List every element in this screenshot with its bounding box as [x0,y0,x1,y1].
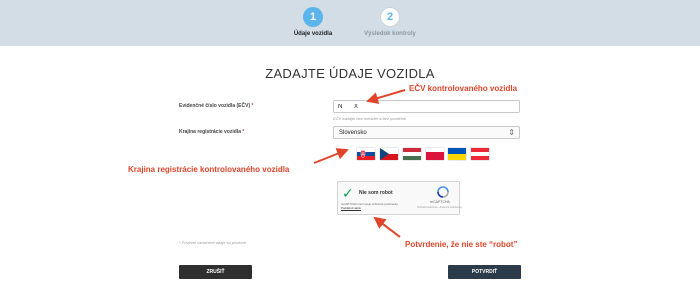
step-check-result: 2 Výsledok kontroly [350,7,430,37]
confirm-button[interactable]: POTVRDIŤ [448,265,521,279]
recaptcha-logo-icon [437,186,449,198]
arrow-to-captcha [373,216,401,238]
cancel-button[interactable]: ZRUŠIŤ [179,265,252,279]
page-title: ZADAJTE ÚDAJE VOZIDLA [265,66,435,81]
annotation-ecv: EČV kontrolovaného vozidla [409,84,518,93]
flag-hungary-button[interactable] [403,148,421,160]
annotation-robot: Potvrdenie, že nie ste “robot” [405,240,518,249]
ecv-label: Evidenčné číslo vozidla (EČV) * [179,103,253,109]
ecv-required-mark: * [251,103,254,109]
country-select[interactable]: Slovensko ⇕ [333,126,520,139]
ecv-input[interactable] [333,100,520,113]
step-2-number: 2 [380,7,400,27]
flag-czech-button[interactable] [380,148,398,160]
ukraine-flag-icon [448,148,466,160]
flag-poland-button[interactable] [426,148,444,160]
country-label-text: Krajina registrácie vozidla [179,129,241,135]
step-vehicle-data: 1 Údaje vozidla [273,7,353,37]
flag-austria-button[interactable] [471,148,489,160]
step-2-label: Výsledok kontroly [364,31,416,37]
hungary-flag-icon [403,148,421,160]
poland-flag-icon [426,148,444,160]
progress-stepper: 1 Údaje vozidla 2 Výsledok kontroly [0,0,700,46]
austria-flag-icon [471,148,489,160]
recaptcha-brand: reCAPTCHA [430,200,450,204]
chevron-updown-icon: ⇕ [508,128,515,137]
ecv-hint: EČV zadajte bez medzier a bez pomlčiek [333,116,406,121]
country-label: Krajina registrácie vozidla * [179,129,244,135]
country-required-mark: * [242,129,245,135]
czech-flag-icon [380,148,398,160]
required-fields-note: * Povinne označené údaje sú povinné [179,240,246,245]
ecv-label-text: Evidenčné číslo vozidla (EČV) [179,103,251,109]
recaptcha-label: Nie som robot [359,190,393,196]
flag-slovakia-button[interactable] [357,148,375,160]
recaptcha-notice: reCAPTCHA mení svoje ochranné podmienky.… [341,202,403,210]
annotation-country: Krajina registrácie kontrolovaného vozid… [128,165,290,174]
step-1-number: 1 [303,7,323,27]
arrow-to-flags [313,148,349,164]
recaptcha-widget: ✓ Nie som robot reCAPTCHA reCAPTCHA mení… [337,181,462,215]
step-1-label: Údaje vozidla [293,31,333,37]
flag-ukraine-button[interactable] [448,148,466,160]
recaptcha-privacy-links[interactable]: Ochrana súkromia - Zmluvné podmienky [417,206,462,209]
recaptcha-action-link[interactable]: Podniknúť akciu [341,206,361,210]
checkmark-icon[interactable]: ✓ [342,186,354,200]
country-select-value: Slovensko [339,130,367,136]
slovakia-flag-icon [357,148,375,160]
